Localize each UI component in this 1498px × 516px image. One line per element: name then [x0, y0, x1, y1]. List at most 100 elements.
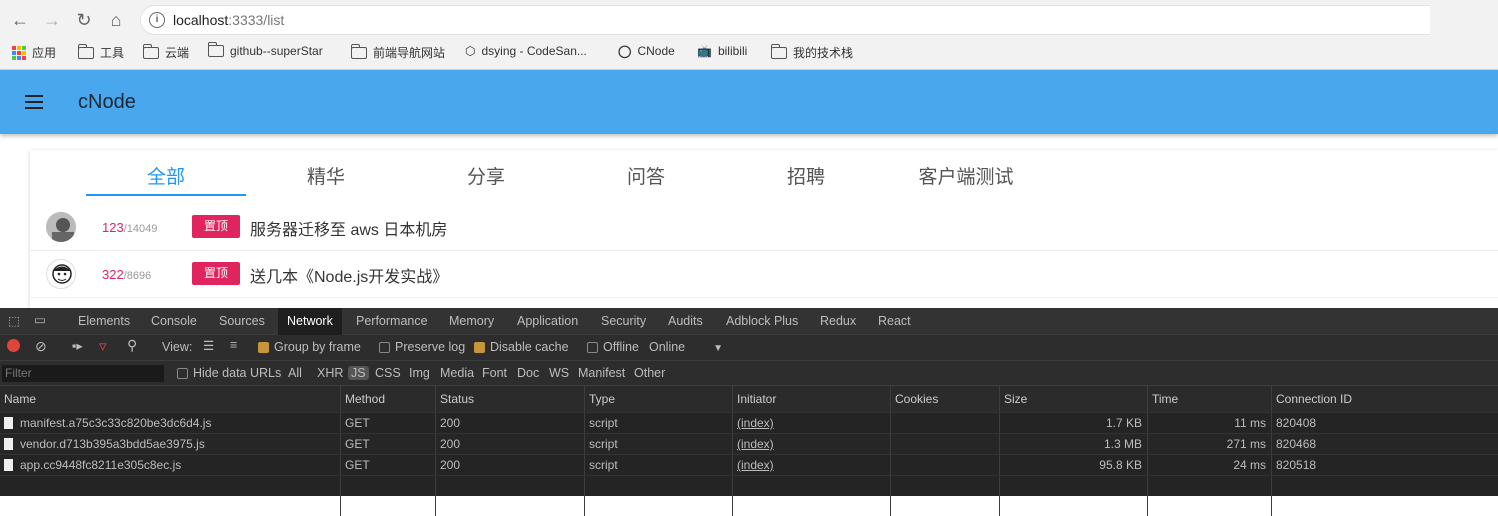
tab-redux[interactable]: Redux [820, 314, 856, 328]
tab-all[interactable]: 全部 [86, 162, 246, 189]
filter-all[interactable]: All [288, 366, 302, 380]
disable-cache-checkbox[interactable]: Disable cache [474, 340, 569, 354]
menu-icon[interactable] [25, 95, 43, 109]
bookmark-label: dsying - CodeSan... [481, 44, 587, 58]
col-time[interactable]: Time [1147, 386, 1271, 412]
col-name[interactable]: Name [0, 386, 340, 412]
file-name: manifest.a75c3c33c820be3dc6d4.js [20, 416, 212, 430]
filter-font[interactable]: Font [482, 366, 507, 380]
tab-elements[interactable]: Elements [78, 314, 130, 328]
col-initiator[interactable]: Initiator [732, 386, 890, 412]
tab-indicator [86, 194, 246, 196]
tab-sources[interactable]: Sources [219, 314, 265, 328]
tab-adblock[interactable]: Adblock Plus [726, 314, 798, 328]
tab-performance[interactable]: Performance [356, 314, 428, 328]
bookmark-folder[interactable]: 工具 [77, 43, 124, 61]
waterfall-icon[interactable]: ≡ [230, 338, 237, 352]
cell-status: 200 [435, 455, 584, 475]
cell-initiator[interactable]: (index) [732, 455, 890, 475]
inspect-icon[interactable]: ⬚ [8, 313, 20, 328]
topic-title[interactable]: 服务器迁移至 aws 日本机房 [250, 216, 447, 240]
filter-bar: Filter Hide data URLs All XHR JS CSS Img… [0, 361, 1498, 386]
list-item[interactable]: 123/14049 置顶 服务器迁移至 aws 日本机房 [30, 204, 1498, 251]
bookmark-folder[interactable]: 云端 [142, 43, 189, 61]
filter-xhr[interactable]: XHR [317, 366, 343, 380]
tab-good[interactable]: 精华 [246, 162, 406, 189]
tab-client-test[interactable]: 客户端测试 [886, 162, 1046, 189]
avatar[interactable] [46, 212, 76, 242]
tab-console[interactable]: Console [151, 314, 197, 328]
reload-icon[interactable]: ↻ [72, 8, 96, 32]
address-bar[interactable]: i localhost:3333/list [140, 5, 1430, 35]
browser-chrome: ← → ↻ ⌂ i localhost:3333/list 应用 工具 云端 g… [0, 0, 1498, 70]
record-icon[interactable] [7, 339, 20, 352]
tab-audits[interactable]: Audits [668, 314, 703, 328]
cnode-icon: ◯ [618, 44, 632, 58]
forward-icon[interactable]: → [40, 8, 64, 32]
tab-security[interactable]: Security [601, 314, 646, 328]
apps-icon [12, 45, 26, 60]
filter-media[interactable]: Media [440, 366, 474, 380]
filter-input[interactable]: Filter [2, 365, 164, 382]
filter-doc[interactable]: Doc [517, 366, 539, 380]
preserve-log-checkbox[interactable]: Preserve log [379, 340, 465, 354]
col-type[interactable]: Type [584, 386, 732, 412]
filter-css[interactable]: CSS [375, 366, 401, 380]
filter-js[interactable]: JS [348, 366, 369, 380]
file-name: vendor.d713b395a3bdd5ae3975.js [20, 437, 205, 451]
throttle-select[interactable]: Online ▼ [649, 340, 723, 354]
list-item[interactable]: 322/8696 置顶 送几本《Node.js开发实战》 [30, 251, 1498, 298]
search-icon[interactable]: ⚲ [127, 337, 137, 354]
back-icon[interactable]: ← [8, 8, 32, 32]
filter-img[interactable]: Img [409, 366, 430, 380]
bookmark-apps[interactable]: 应用 [12, 44, 56, 61]
tab-share[interactable]: 分享 [406, 162, 566, 189]
bookmark-label: 我的技术栈 [793, 46, 854, 60]
bookmark-folder[interactable]: 前端导航网站 [350, 43, 445, 61]
grid-line [584, 476, 732, 516]
filter-other[interactable]: Other [634, 366, 665, 380]
info-icon[interactable]: i [149, 12, 165, 28]
filter-icon[interactable]: ▿ [99, 337, 107, 355]
tab-memory[interactable]: Memory [449, 314, 494, 328]
grid-line [435, 476, 584, 516]
tab-application[interactable]: Application [517, 314, 578, 328]
filter-manifest[interactable]: Manifest [578, 366, 625, 380]
col-cookies[interactable]: Cookies [890, 386, 999, 412]
bookmark-cnode[interactable]: ◯ CNode [618, 44, 675, 58]
table-row[interactable]: app.cc9448fc8211e305c8ec.js GET 200 scri… [0, 455, 1498, 476]
table-row[interactable]: manifest.a75c3c33c820be3dc6d4.js GET 200… [0, 413, 1498, 434]
col-method[interactable]: Method [340, 386, 435, 412]
bookmark-folder[interactable]: github--superStar [207, 42, 323, 58]
avatar[interactable] [46, 259, 76, 289]
tab-job[interactable]: 招聘 [726, 162, 886, 189]
cell-connection-id: 820408 [1271, 413, 1498, 433]
folder-icon [77, 43, 94, 59]
app-bar: cNode [0, 70, 1498, 134]
pinned-badge: 置顶 [192, 215, 240, 238]
cell-status: 200 [435, 434, 584, 454]
tab-react[interactable]: React [878, 314, 911, 328]
tab-network[interactable]: Network [278, 308, 342, 335]
col-status[interactable]: Status [435, 386, 584, 412]
offline-checkbox[interactable]: Offline [587, 340, 639, 354]
device-toggle-icon[interactable]: ▭ [34, 312, 46, 327]
clear-icon[interactable]: ⊘ [35, 338, 47, 355]
tab-ask[interactable]: 问答 [566, 162, 726, 189]
cell-initiator[interactable]: (index) [732, 413, 890, 433]
bookmark-codesandbox[interactable]: ⬡ dsying - CodeSan... [465, 44, 587, 58]
hide-data-urls-checkbox[interactable]: Hide data URLs [177, 366, 281, 380]
table-empty-area [0, 476, 1498, 516]
bookmark-folder[interactable]: 我的技术栈 [770, 43, 854, 61]
camera-icon[interactable]: ▪▸ [72, 338, 83, 353]
group-by-frame-checkbox[interactable]: Group by frame [258, 340, 361, 354]
filter-ws[interactable]: WS [549, 366, 569, 380]
col-size[interactable]: Size [999, 386, 1147, 412]
col-connection-id[interactable]: Connection ID [1271, 386, 1498, 412]
cell-initiator[interactable]: (index) [732, 434, 890, 454]
table-row[interactable]: vendor.d713b395a3bdd5ae3975.js GET 200 s… [0, 434, 1498, 455]
home-icon[interactable]: ⌂ [104, 8, 128, 32]
bookmark-bilibili[interactable]: 📺 bilibili [697, 44, 747, 58]
topic-title[interactable]: 送几本《Node.js开发实战》 [250, 263, 448, 287]
list-view-icon[interactable]: ☰ [203, 338, 214, 353]
